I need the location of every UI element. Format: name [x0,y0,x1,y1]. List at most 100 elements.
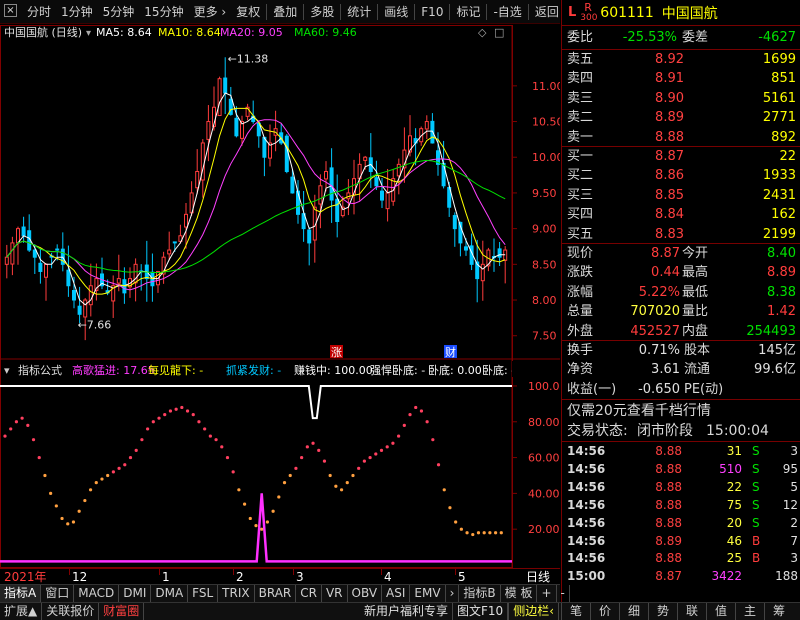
indicator-tab-10[interactable]: OBV [348,585,383,602]
sell-label: 卖二 [567,110,594,126]
side-tab-4[interactable]: 联 [677,603,706,620]
side-tab-3[interactable]: 势 [648,603,677,620]
indicator-tab-5[interactable]: FSL [188,585,219,602]
toolbar-btn-8[interactable]: 返回 [530,0,564,24]
period-tab-2[interactable]: 5分钟 [98,0,140,24]
indicator-tab-9[interactable]: VR [322,585,348,602]
bottom-tab-1[interactable]: 关联报价 [42,603,100,620]
tick-row-3[interactable]: 14:56 8.88 75 S 12 [562,496,800,514]
candle-body [77,305,82,315]
indicator-dot [197,420,201,424]
buy-label: 买五 [567,226,594,242]
period-tab-0[interactable]: 分时 [22,0,56,24]
toolbar-btn-7[interactable]: -自选 [488,0,526,24]
bottom-tab-0[interactable]: 扩展▲ [0,603,43,620]
tick-count: 188 [775,569,798,584]
bottom-mid-0[interactable]: 图文F10 [452,603,509,620]
kline-chart-svg[interactable]: 中国国航 (日线) ▾ MA5: 8.64 MA10: 8.64 MA20: 9.05 M… [0,25,567,568]
side-tab-0[interactable]: 笔 [561,603,590,620]
event-zhang[interactable]: 涨 [330,345,343,359]
toolbar-sep [303,3,305,20]
buy-row-4[interactable]: 买五 8.83 2199 [562,225,800,245]
indicator-tab-13[interactable]: › [446,585,460,602]
candle-body [324,171,328,180]
toolbar-btn-1[interactable]: 叠加 [268,0,302,24]
ma-collapse-icon[interactable]: ▾ [86,28,91,39]
indicator-dot [294,466,298,470]
kline-chart-area[interactable]: 中国国航 (日线) ▾ MA5: 8.64 MA10: 8.64 MA20: 9.05 M… [0,25,567,568]
indicator-collapse-icon[interactable]: ▾ [4,364,10,377]
period-tab-4[interactable]: 更多 › [189,0,232,24]
close-icon[interactable]: × [4,4,17,17]
toolbar-btn-4[interactable]: 画线 [379,0,413,24]
sell-row-1[interactable]: 卖四 8.91 851 [562,69,800,89]
tick-row-1[interactable]: 14:56 8.88 510 S 95 [562,460,800,478]
toolbar-btn-5[interactable]: F10 [416,0,448,24]
indicator-tab-11[interactable]: ASI [382,585,411,602]
tick-price: 8.88 [655,497,682,512]
tick-row-0[interactable]: 14:56 8.88 31 S 3 [562,442,800,460]
toolbar-actions: 复权 叠加 多股 统计 画线 F10 标记 -自选 返回 [231,0,564,23]
promo-text[interactable]: 仅需20元查看千档行情 [567,401,711,421]
sell-row-0[interactable]: 卖五 8.92 1699 [562,50,800,70]
indicator-tab-3[interactable]: DMI [119,585,152,602]
indicator-title[interactable]: 指标公式 [18,363,62,377]
indicator-dot [425,420,429,424]
toolbar-btn-3[interactable]: 统计 [342,0,376,24]
indicator-dot [277,495,281,499]
expand-icon[interactable]: □ [494,26,504,39]
indicator-dot [225,455,230,460]
period-tab-1[interactable]: 1分钟 [56,0,98,24]
indicator-tab-17[interactable]: - [557,585,570,602]
sell-row-3[interactable]: 卖二 8.89 2771 [562,108,800,128]
side-tab-2[interactable]: 细 [619,603,648,620]
indicator-tab-16[interactable]: + [537,585,557,602]
tick-row-6[interactable]: 14:56 8.88 25 B 3 [562,549,800,567]
event-cai[interactable]: 财 [444,345,457,359]
indicator-dot [128,455,133,460]
bottom-mid-1[interactable]: 侧边栏‹ [508,603,559,620]
indicator-tab-7[interactable]: BRAR [255,585,297,602]
indicator-tab-4[interactable]: DMA [151,585,189,602]
high-label: ←11.38 [228,53,269,66]
indicator-tab-2[interactable]: MACD [74,585,120,602]
indicator-tab-6[interactable]: TRIX [218,585,255,602]
toolbar-btn-0[interactable]: 复权 [231,0,265,24]
buy-row-1[interactable]: 买二 8.86 1933 [562,166,800,186]
buy-row-2[interactable]: 买三 8.85 2431 [562,186,800,206]
candle-body [10,242,15,265]
indicator-tab-8[interactable]: CR [296,585,322,602]
buy-row-0[interactable]: 买一 8.87 22 [562,147,800,167]
period-tab-3[interactable]: 15分钟 [139,0,188,24]
candle-body [88,285,93,306]
promo-row[interactable]: 仅需20元查看千档行情 [562,401,800,421]
bottom-tab-2[interactable]: 财富圈 [99,603,145,620]
tick-row-4[interactable]: 14:56 8.88 20 S 2 [562,514,800,532]
indicator-dot [9,427,13,431]
indicator-tab-15[interactable]: 模 板 [501,585,538,602]
candle-body [172,241,177,244]
price-tick-label-6: 8.00 [532,294,557,307]
diamond-icon[interactable]: ◇ [478,26,487,39]
period-label[interactable]: 日线 [526,569,550,585]
sell-row-2[interactable]: 卖三 8.90 5161 [562,89,800,109]
tick-row-7[interactable]: 15:00 8.87 3422 188 [562,567,800,585]
indicator-dot [208,434,212,438]
buy-row-3[interactable]: 买四 8.84 162 [562,205,800,225]
side-tab-1[interactable]: 价 [590,603,619,620]
indicator-tab-14[interactable]: 指标B [459,585,501,602]
indicator-tab-1[interactable]: 窗口 [41,585,75,602]
toolbar-btn-6[interactable]: 标记 [451,0,485,24]
indicator-tab-0[interactable]: 指标A [0,585,42,602]
tick-row-5[interactable]: 14:56 8.89 46 B 7 [562,532,800,550]
indicator-dot [282,481,287,485]
side-tab-6[interactable]: 主 [735,603,764,620]
side-tab-5[interactable]: 值 [706,603,735,620]
sell-volume: 5161 [762,90,796,106]
indicator-tab-12[interactable]: EMV [410,585,446,602]
promo-link[interactable]: 新用户福利专享 [360,603,452,620]
sell-row-4[interactable]: 卖一 8.88 892 [562,128,800,148]
side-tab-7[interactable]: 筹 [764,603,793,620]
toolbar-btn-2[interactable]: 多股 [305,0,339,24]
tick-row-2[interactable]: 14:56 8.88 22 S 5 [562,478,800,496]
